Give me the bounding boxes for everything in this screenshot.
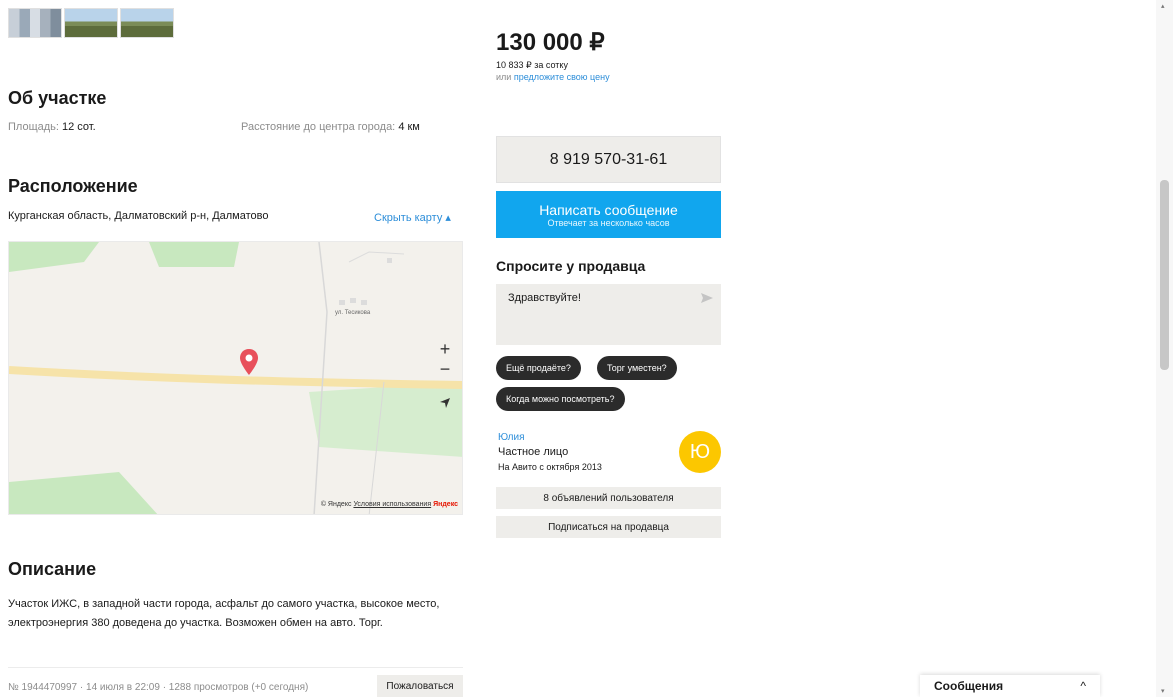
map-attribution: © Яндекс Условия использования Яндекс <box>321 501 458 508</box>
send-icon[interactable] <box>701 293 713 303</box>
distance-value: 4 км <box>398 121 420 133</box>
listing-meta: № 1944470997 · 14 июля в 22:09 · 1288 пр… <box>8 682 309 693</box>
reply-time: Отвечает за несколько часов <box>547 217 670 228</box>
about-title: Об участке <box>8 88 107 108</box>
seller-since: На Авито с октября 2013 <box>498 462 602 472</box>
description-line: Участок ИЖС, в западной части города, ас… <box>8 598 440 610</box>
write-message-button[interactable]: Написать сообщение Отвечает за несколько… <box>496 191 721 238</box>
suggest-price-link[interactable]: предложите свою цену <box>514 72 610 82</box>
seller-listings-button[interactable]: 8 объявлений пользователя <box>496 487 721 509</box>
messages-label: Сообщения <box>934 679 1004 693</box>
distance-label: Расстояние до центра города: <box>241 121 396 133</box>
address: Курганская область, Далматовский р-н, Да… <box>8 210 269 222</box>
scroll-down-arrow-icon[interactable]: ▾ <box>1161 687 1165 695</box>
hide-map-link[interactable]: Скрыть карту ▴ <box>374 211 451 224</box>
area-value: 12 сот. <box>62 121 96 133</box>
avatar[interactable]: Ю <box>679 431 721 473</box>
report-button[interactable]: Пожаловаться <box>377 675 463 697</box>
quick-reply-chip[interactable]: Ещё продаёте? <box>496 356 581 380</box>
description-title: Описание <box>8 559 97 579</box>
chevron-up-icon[interactable]: ^ <box>1080 679 1086 693</box>
area-label: Площадь: <box>8 121 59 133</box>
map[interactable]: ул. Тесикова + − © Яндекс Условия исполь… <box>8 241 463 515</box>
subscribe-seller-button[interactable]: Подписаться на продавца <box>496 516 721 538</box>
map-pin-icon <box>240 349 258 375</box>
price-per-sotka: 10 833 ₽ за сотку <box>496 60 568 70</box>
or-text: или <box>496 72 512 82</box>
ask-seller-title: Спросите у продавца <box>496 258 646 274</box>
gallery-thumbnails <box>8 8 174 38</box>
scroll-up-arrow-icon[interactable]: ▴ <box>1161 2 1165 10</box>
zoom-in-button[interactable]: + <box>434 338 456 360</box>
yandex-logo: Яндекс <box>433 501 458 508</box>
description-line: электроэнергия 380 доведена до участка. … <box>8 617 383 629</box>
gallery-thumbnail[interactable] <box>8 8 62 38</box>
quick-reply-chip[interactable]: Когда можно посмотреть? <box>496 387 625 411</box>
ask-message-text: Здравствуйте! <box>508 292 581 304</box>
map-copyright: © Яндекс <box>320 501 352 508</box>
map-canvas <box>9 242 462 514</box>
seller-name-link[interactable]: Юлия <box>498 432 525 443</box>
write-message-label: Написать сообщение <box>539 201 678 218</box>
suggest-price-row: или предложите свою цену <box>496 72 610 82</box>
gallery-thumbnail[interactable] <box>64 8 118 38</box>
geolocate-icon[interactable] <box>434 392 456 414</box>
distance-row: Расстояние до центра города: 4 км <box>241 121 420 133</box>
ask-seller-input[interactable]: Здравствуйте! <box>496 284 721 345</box>
location-title: Расположение <box>8 176 138 196</box>
zoom-out-button[interactable]: − <box>434 358 456 380</box>
quick-reply-chip[interactable]: Торг уместен? <box>597 356 677 380</box>
price: 130 000 ₽ <box>496 29 605 56</box>
show-phone-button[interactable]: 8 919 570-31-61 <box>496 136 721 183</box>
footer-divider <box>8 667 463 668</box>
seller-type: Частное лицо <box>498 446 569 458</box>
description-text: Участок ИЖС, в западной части города, ас… <box>8 595 478 633</box>
map-terms-link[interactable]: Условия использования <box>353 501 431 508</box>
scrollbar-thumb[interactable] <box>1160 180 1169 370</box>
phone-number: 8 919 570-31-61 <box>549 150 668 168</box>
map-street-label: ул. Тесикова <box>335 310 371 316</box>
gallery-thumbnail[interactable] <box>120 8 174 38</box>
area-row: Площадь: 12 сот. <box>8 121 96 133</box>
messages-panel[interactable]: Сообщения ^ <box>920 675 1100 697</box>
